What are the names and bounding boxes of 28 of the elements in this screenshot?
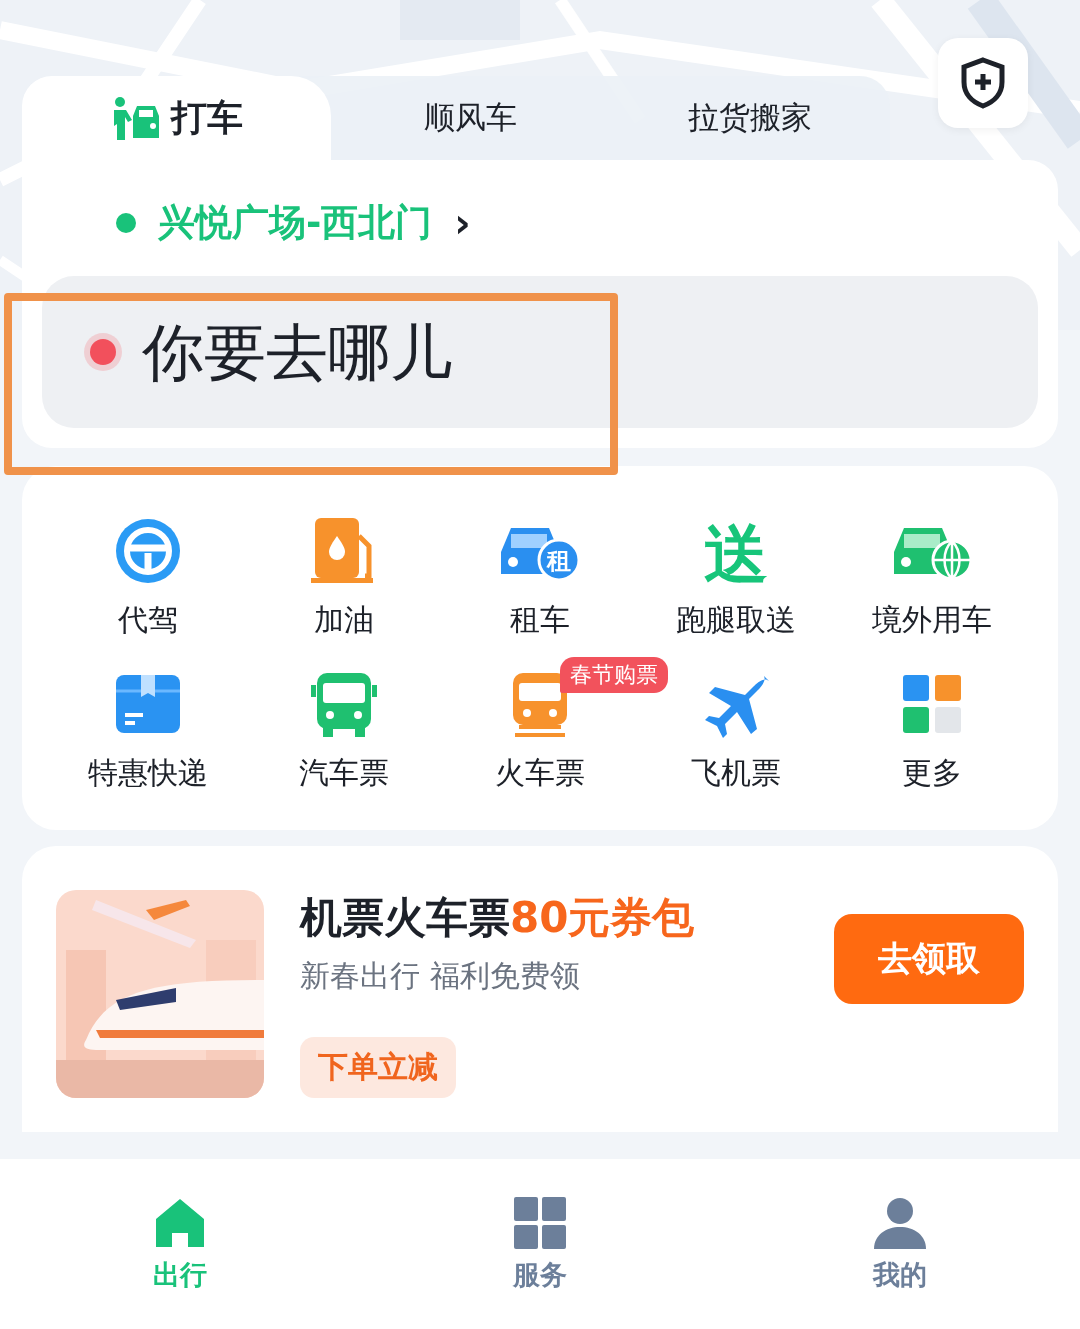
promo-subtitle: 新春出行 福利免费领 — [300, 957, 581, 995]
person-icon — [872, 1195, 928, 1251]
service-item[interactable]: 代驾 — [113, 516, 183, 641]
service-item[interactable]: 飞机票 — [691, 669, 781, 794]
service-item[interactable]: 汽车票 — [299, 669, 389, 794]
service-item[interactable]: 境外用车 — [872, 516, 992, 641]
tab[interactable]: 拉货搬家 — [610, 76, 890, 160]
service-item[interactable]: 送 跑腿取送 — [676, 516, 796, 641]
shield-plus-icon — [960, 57, 1006, 109]
pickup-location-link[interactable]: 兴悦广场-西北门 › — [42, 198, 1038, 248]
tab[interactable]: 打车 — [22, 76, 332, 160]
pickup-location: 兴悦广场-西北门 — [158, 200, 433, 246]
service-item[interactable]: 租 租车 — [497, 516, 583, 641]
promo-badge: 春节购票 — [560, 657, 668, 693]
steering-wheel-icon — [113, 516, 183, 586]
nav-tab[interactable]: 我的 — [720, 1159, 1080, 1329]
nav-tab[interactable]: 服务 — [360, 1159, 720, 1329]
delivery-icon: 送 — [701, 516, 771, 586]
chevron-icon: › — [454, 200, 471, 246]
grid-icon — [512, 1195, 568, 1251]
service-item[interactable]: 更多 — [897, 669, 967, 794]
service-item[interactable]: 加油 — [309, 516, 379, 641]
tab[interactable]: 顺风车 — [331, 76, 611, 160]
promo-title: 机票火车票80元券包 — [300, 892, 696, 944]
location-dot-icon — [116, 213, 136, 233]
safety-shield-button[interactable] — [938, 38, 1028, 128]
discount-tag: 下单立减 — [300, 1037, 456, 1098]
service-item[interactable]: 特惠快递 — [88, 669, 208, 794]
